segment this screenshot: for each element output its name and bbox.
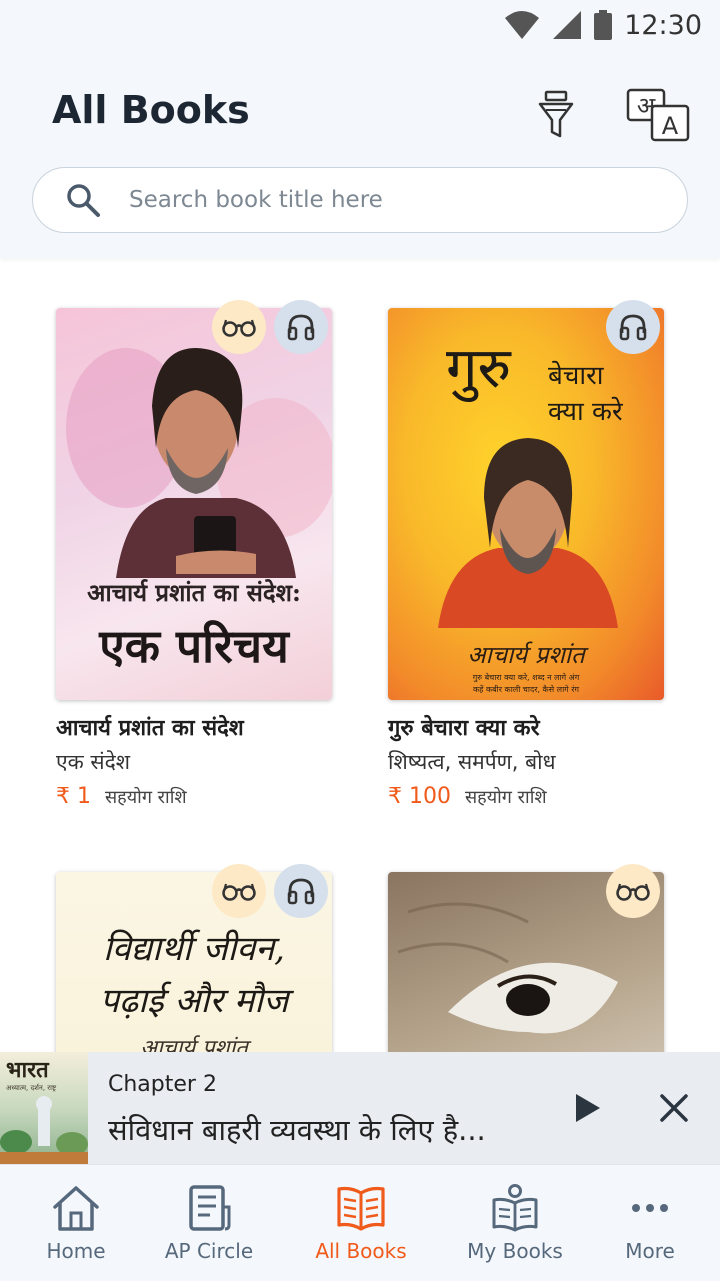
nav-item-all-books[interactable]: All Books	[298, 1165, 424, 1281]
play-icon[interactable]	[566, 1088, 606, 1128]
glasses-icon	[222, 883, 256, 901]
nav-item-my-books[interactable]: My Books	[452, 1165, 578, 1281]
book-grid: आचार्य प्रशांत का संदेश: एक परिचय आचार्य…	[0, 258, 720, 1052]
page-title: All Books	[52, 88, 250, 132]
document-icon	[189, 1185, 231, 1231]
mini-player[interactable]: भारत अध्यात्म, दर्शन, राष्ट्र Chapter 2 …	[0, 1052, 720, 1164]
cover-author: आचार्य प्रशांत	[140, 1036, 248, 1052]
book-subtitle: एक संदेश	[56, 750, 131, 774]
nav-item-ap-circle[interactable]: AP Circle	[150, 1165, 268, 1281]
read-badge	[212, 300, 266, 354]
status-bar: 12:30	[0, 0, 720, 50]
wifi-icon	[505, 11, 540, 39]
book-title: आचार्य प्रशांत का संदेश	[56, 716, 244, 741]
status-time: 12:30	[624, 9, 702, 41]
header: All Books अ A	[0, 50, 720, 258]
cover-title-word3: क्या करे	[548, 397, 623, 427]
nav-label: More	[625, 1239, 675, 1263]
thumb-subtitle: अध्यात्म, दर्शन, राष्ट्र	[6, 1084, 57, 1092]
close-icon[interactable]	[656, 1090, 692, 1126]
battery-icon	[594, 10, 613, 40]
glasses-icon	[616, 883, 650, 901]
book-cover[interactable]: आचार्य प्रशांत का संदेश: एक परिचय	[56, 308, 332, 700]
book-card[interactable]: विद्यार्थी जीवन, पढ़ाई और मौज आचार्य प्र…	[56, 864, 334, 1052]
home-icon	[53, 1186, 99, 1231]
price-label: सहयोग राशि	[105, 787, 187, 808]
book-card[interactable]: गुरु बेचारा क्या करे आचार्य प्रशांत गुरु…	[388, 300, 666, 828]
search-bar	[32, 167, 688, 233]
open-book-icon	[337, 1186, 385, 1231]
listen-badge	[274, 864, 328, 918]
nav-label: All Books	[315, 1239, 407, 1263]
book-title: गुरु बेचारा क्या करे	[388, 716, 540, 741]
svg-text:A: A	[662, 112, 679, 140]
thumb-artwork	[0, 1096, 88, 1164]
nav-label: Home	[46, 1239, 106, 1263]
read-badge	[212, 864, 266, 918]
cover-title-line1: विद्यार्थी जीवन,	[103, 929, 285, 969]
read-badge	[606, 864, 660, 918]
cover-title-word2: बेचारा	[548, 361, 604, 391]
price-label: सहयोग राशि	[464, 787, 547, 808]
signal-icon	[553, 11, 582, 39]
cover-title-word1: गुरु	[446, 336, 512, 401]
player-chapter: Chapter 2	[108, 1072, 217, 1097]
more-icon	[632, 1204, 668, 1212]
book-subtitle: शिष्यत्व, समर्पण, बोध	[388, 750, 556, 774]
nav-label: My Books	[467, 1239, 563, 1263]
book-card[interactable]: आचार्य प्रशांत का संदेश: एक परिचय आचार्य…	[56, 300, 334, 828]
listen-badge	[274, 300, 328, 354]
cover-title-line1: आचार्य प्रशांत का संदेश:	[87, 578, 301, 607]
nav-item-more[interactable]: More	[604, 1165, 696, 1281]
glasses-icon	[222, 319, 256, 337]
search-input[interactable]	[129, 168, 649, 232]
nav-label: AP Circle	[164, 1239, 254, 1263]
cover-tagline-1: गुरु बेचारा क्या करे, शब्द न लागे अंग	[472, 673, 580, 682]
book-card[interactable]	[388, 864, 666, 1052]
cover-title-line2: एक परिचय	[99, 619, 289, 673]
book-price: ₹ 1	[56, 784, 91, 809]
thumb-title: भारत	[6, 1058, 49, 1083]
price-row: ₹ 100 सहयोग राशि	[388, 784, 547, 809]
headphones-icon	[287, 314, 315, 341]
cover-author: आचार्य प्रशांत	[467, 641, 585, 669]
book-cover[interactable]: गुरु बेचारा क्या करे आचार्य प्रशांत गुरु…	[388, 308, 664, 700]
book-price: ₹ 100	[388, 784, 451, 809]
filter-icon[interactable]	[536, 90, 576, 140]
search-icon	[67, 184, 100, 217]
nav-item-home[interactable]: Home	[26, 1165, 126, 1281]
price-row: ₹ 1 सहयोग राशि	[56, 784, 187, 809]
cover-tagline-2: कहें कबीर काली चादर, कैसे लागे रंग	[473, 685, 579, 694]
headphones-icon	[287, 878, 315, 905]
bottom-nav: Home AP Circle All Books My Books More	[0, 1164, 720, 1281]
reader-icon	[492, 1184, 538, 1232]
headphones-icon	[619, 314, 647, 341]
listen-badge	[606, 300, 660, 354]
player-track-title: संविधान बाहरी व्यवस्था के लिए है...	[108, 1113, 486, 1147]
player-thumbnail[interactable]: भारत अध्यात्म, दर्शन, राष्ट्र	[0, 1052, 88, 1164]
cover-title-line2: पढ़ाई और मौज	[99, 981, 289, 1021]
language-icon[interactable]: अ A	[626, 88, 690, 142]
